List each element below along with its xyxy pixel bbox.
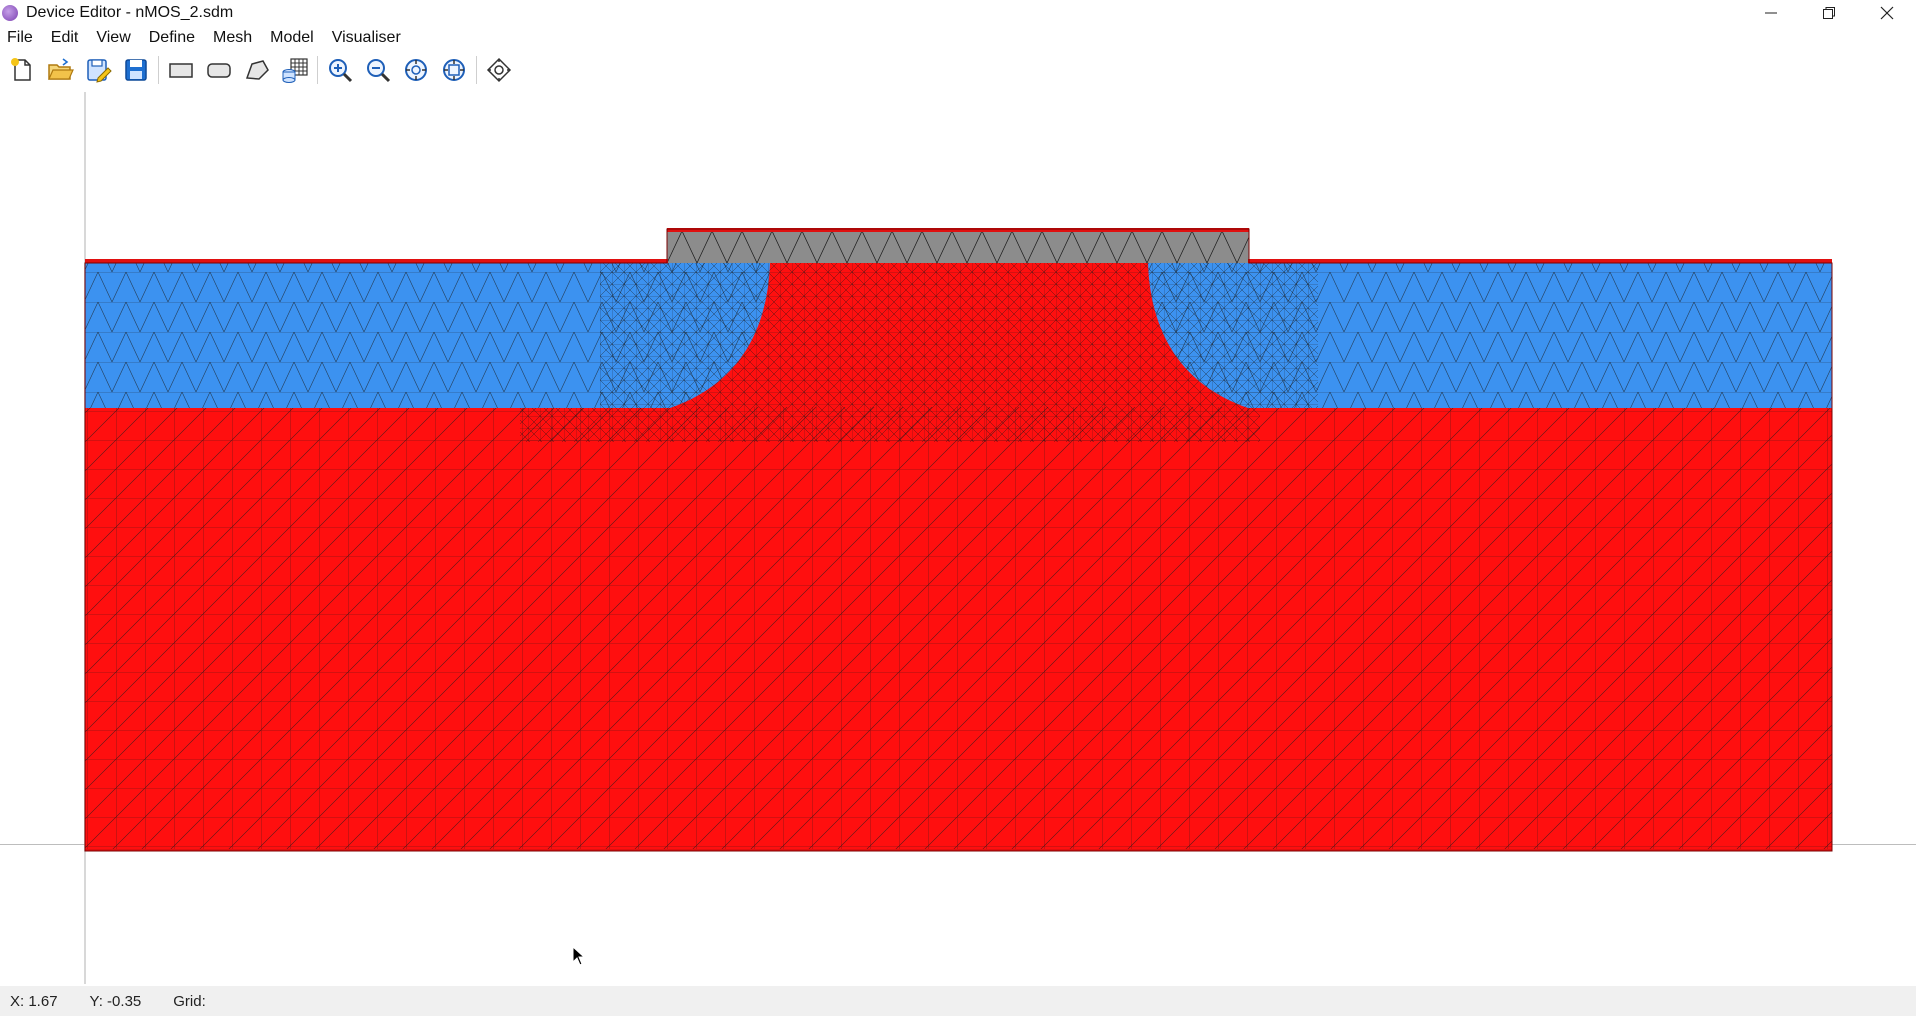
mesh-grid-icon[interactable] — [279, 54, 311, 86]
menu-file[interactable]: File — [0, 26, 42, 50]
zoom-out-icon[interactable] — [362, 54, 394, 86]
polygon-icon[interactable] — [241, 54, 273, 86]
new-file-icon[interactable] — [6, 54, 38, 86]
source-region[interactable] — [85, 263, 770, 408]
menu-visualiser[interactable]: Visualiser — [323, 26, 410, 50]
minimize-icon[interactable] — [1742, 0, 1800, 26]
menu-define[interactable]: Define — [140, 26, 204, 50]
window-controls — [1742, 0, 1916, 26]
open-folder-icon[interactable] — [44, 54, 76, 86]
pan-icon[interactable] — [483, 54, 515, 86]
mouse-cursor-icon — [572, 946, 586, 966]
menu-mesh[interactable]: Mesh — [204, 26, 261, 50]
source-contact[interactable] — [85, 259, 668, 263]
status-x-coordinate: X: 1.67 — [10, 992, 58, 1010]
toolbar-separator — [158, 56, 159, 84]
title-bar: Device Editor - nMOS_2.sdm — [0, 0, 1916, 26]
drain-contact[interactable] — [1248, 259, 1832, 263]
menu-model[interactable]: Model — [261, 26, 323, 50]
drain-region[interactable] — [1148, 263, 1832, 408]
gate-oxide[interactable] — [666, 229, 1250, 264]
save-icon[interactable] — [120, 54, 152, 86]
rectangle-icon[interactable] — [165, 54, 197, 86]
zoom-fit-icon[interactable] — [400, 54, 432, 86]
device-structure[interactable] — [0, 92, 1916, 982]
menu-view[interactable]: View — [87, 26, 139, 50]
toolbar-separator — [317, 56, 318, 84]
zoom-in-icon[interactable] — [324, 54, 356, 86]
window-title: Device Editor - nMOS_2.sdm — [26, 4, 234, 21]
app-logo-icon — [2, 5, 18, 21]
toolbar — [0, 50, 1916, 90]
save-as-icon[interactable] — [82, 54, 114, 86]
status-grid: Grid: — [173, 992, 206, 1010]
toolbar-separator — [476, 56, 477, 84]
close-icon[interactable] — [1858, 0, 1916, 26]
rounded-rectangle-icon[interactable] — [203, 54, 235, 86]
menu-bar: File Edit View Define Mesh Model Visuali… — [0, 26, 1916, 50]
restore-icon[interactable] — [1800, 0, 1858, 26]
zoom-all-icon[interactable] — [438, 54, 470, 86]
menu-edit[interactable]: Edit — [42, 26, 88, 50]
status-y-coordinate: Y: -0.35 — [89, 992, 142, 1010]
status-bar: X: 1.67 Y: -0.35 Grid: — [0, 986, 1916, 1016]
